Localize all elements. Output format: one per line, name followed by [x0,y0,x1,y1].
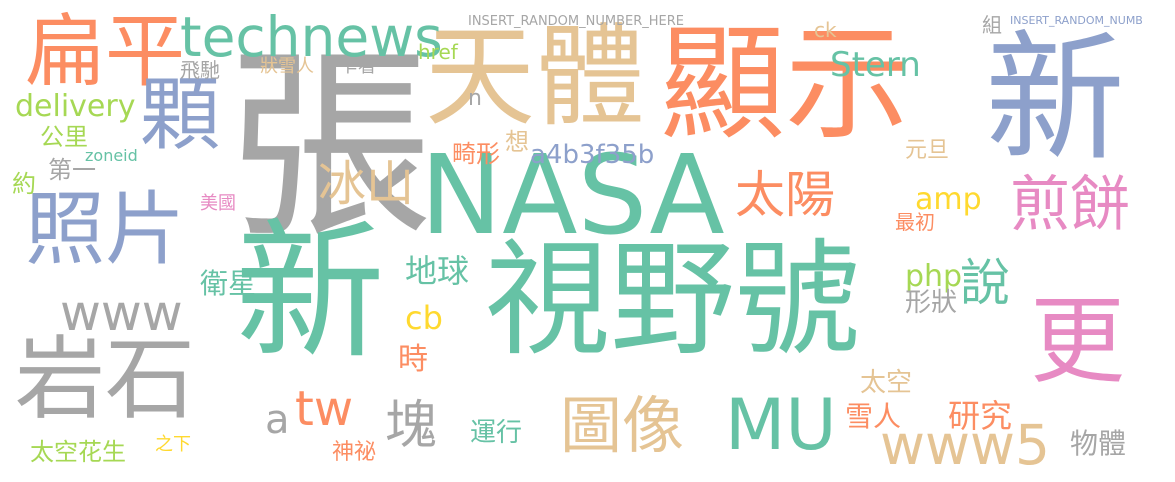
word-jixing: 畸形 [452,140,500,168]
word-wuti: 物體 [1070,427,1127,460]
word-feichi: 飛馳 [180,58,220,82]
word-ke: 顆 [140,68,220,161]
word-n: n [468,86,482,111]
word-zhuangxueren: 狀雪人 [260,56,314,77]
word-a4b3f35b: a4b3f35b [530,140,655,170]
word-diqiu: 地球 [405,252,470,290]
word-xueren: 雪人 [845,400,902,433]
word-zu: 組 [982,13,1002,37]
word-zhaopian: 照片 [25,183,185,276]
word-delivery: delivery [15,89,136,124]
word-stern: Stern [830,45,921,85]
word-xiang: 想 [505,128,529,156]
word-yuandan: 元旦 [905,138,950,163]
word-insert2: INSERT_RANDOM_NUMB [1010,14,1143,27]
word-cb: cb [405,299,443,337]
word-shi: 時 [398,342,428,377]
word-cloud: 張 新 視野號 顯示 天體 NASA 新 扁平 technews 顆 照片 岩石… [0,0,1175,482]
word-meiguo: 美國 [200,193,236,214]
word-yunxing: 運行 [470,418,523,448]
word-a: a [265,397,290,443]
word-insert1: INSERT_RANDOM_NUMBER_HERE [468,14,684,29]
word-weixing: 衛星 [200,267,257,300]
word-yanshi: 岩石 [15,327,195,432]
word-xingzhuang: 形狀 [905,288,958,318]
word-taikong: 太空 [860,368,913,398]
word-xin-large: 新 [235,206,386,380]
word-www: www [60,284,183,342]
word-gongli: 公里 [40,123,88,151]
word-taiyang: 太陽 [735,166,835,224]
word-zuichu: 最初 [895,210,935,234]
word-yue: 約 [12,170,36,198]
word-zhakan: 乍看 [340,56,376,77]
word-href: href [418,40,458,64]
word-jianbing: 煎餅 [1010,170,1130,240]
word-kuai: 塊 [385,396,438,456]
word-tianti: 天體 [425,13,645,141]
word-mu: MU [725,384,837,466]
word-shuo: 說 [960,254,1010,312]
word-taikonghuasheng: 太空花生 [30,438,126,466]
word-yanjiu: 研究 [948,397,1013,435]
word-shenmi: 神祕 [332,440,377,465]
word-xin-right: 新 [985,18,1126,181]
word-tw: tw [295,381,354,437]
word-geng: 更 [1030,287,1126,397]
word-zoneid: zoneid [85,146,138,165]
word-zhixia: 之下 [155,434,191,455]
word-ck: ck [814,18,837,42]
word-tuxiang: 圖像 [560,389,685,462]
word-bingshan: 冰山 [318,156,415,212]
